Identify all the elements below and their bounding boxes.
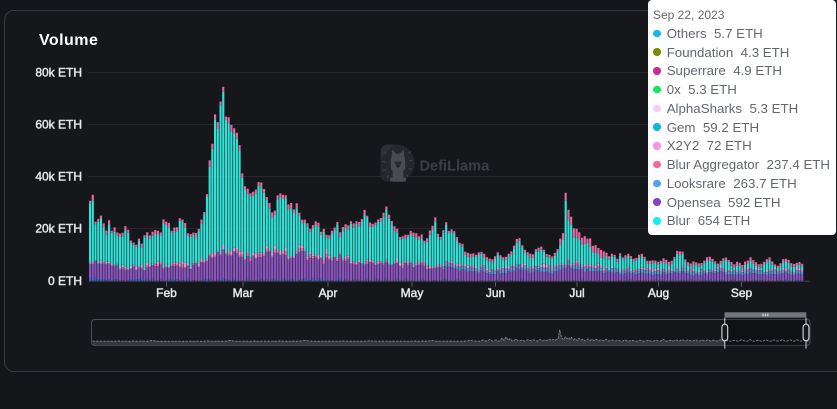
svg-text:Aug: Aug — [648, 286, 669, 300]
svg-text:Sep: Sep — [731, 286, 753, 300]
svg-text:Mar: Mar — [233, 286, 254, 300]
svg-text:Jun: Jun — [486, 286, 505, 300]
svg-text:60k ETH: 60k ETH — [35, 118, 82, 132]
svg-text:Apr: Apr — [319, 286, 338, 300]
svg-text:Feb: Feb — [156, 286, 177, 300]
svg-text:May: May — [401, 286, 424, 300]
svg-text:DefiLlama: DefiLlama — [420, 158, 491, 174]
svg-text:40k ETH: 40k ETH — [35, 170, 82, 184]
svg-text:Jul: Jul — [569, 286, 584, 300]
svg-text:20k ETH: 20k ETH — [35, 222, 82, 236]
svg-text:0 ETH: 0 ETH — [48, 274, 82, 288]
svg-text:80k ETH: 80k ETH — [35, 66, 82, 80]
